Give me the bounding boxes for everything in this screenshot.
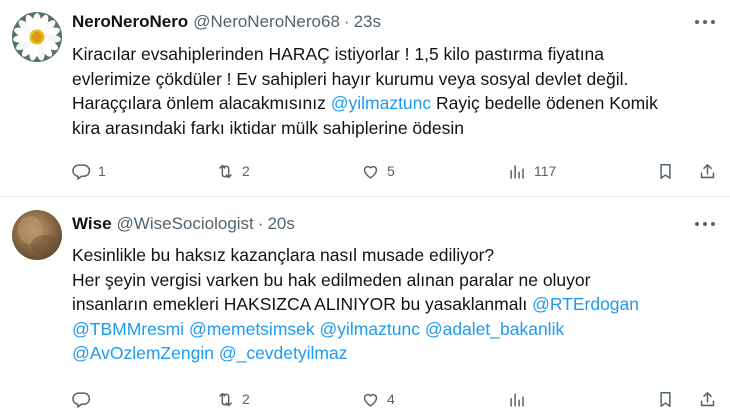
tweet-text-line: kira arasındaki farkı iktidar mülk sahip… (72, 116, 716, 141)
heart-icon (363, 393, 378, 407)
user-handle[interactable]: @NeroNeroNero68 (193, 12, 340, 32)
reply-count: 1 (98, 163, 106, 179)
tweet-text-segment: Kesinlikle bu haksız kazançlara nasıl mu… (72, 245, 495, 265)
share-icon (700, 163, 715, 178)
heart-icon (363, 165, 378, 179)
tweet-text-segment: Her şeyin vergisi varken bu hak edilmede… (72, 269, 591, 290)
retweet-icon (219, 164, 232, 178)
retweet-icon (219, 392, 232, 406)
views-button[interactable]: 117 (508, 159, 556, 183)
mention-link[interactable]: @yilmaztunc (331, 93, 431, 113)
like-count: 5 (387, 163, 395, 179)
separator-dot: · (343, 12, 350, 31)
reply-button[interactable]: 1 (72, 159, 106, 183)
tweet-text-line: Kiracılar evsahiplerinden HARAÇ istiyorl… (72, 42, 716, 67)
tweet-text-line: Haraççılara önlem alacakmısınız @yilmazt… (72, 91, 716, 116)
tweet-text-line: Her şeyin vergisi varken bu hak edilmede… (72, 268, 716, 293)
reply-icon (72, 391, 91, 408)
mention-link[interactable]: @adalet_bakanlik (425, 319, 564, 339)
reply-icon (72, 163, 91, 180)
display-name[interactable]: Wise (72, 214, 112, 234)
like-button[interactable]: 5 (361, 159, 395, 183)
tweet-text-segment: Kiracılar evsahiplerinden HARAÇ istiyorl… (72, 44, 605, 64)
retweet-button[interactable]: 2 (216, 159, 250, 183)
avatar[interactable] (12, 210, 62, 260)
tweet-header: Wise @WiseSociologist · 20s (72, 212, 295, 236)
mention-link[interactable]: @yilmaztunc (320, 319, 420, 339)
views-chart-icon (510, 392, 524, 407)
mention-link[interactable]: @AvOzlemZengin (72, 343, 214, 363)
reply-button[interactable] (72, 387, 98, 411)
tweet-text-segment: kira arasındaki farkı iktidar mülk sahip… (72, 117, 464, 138)
bookmark-button[interactable] (656, 159, 675, 183)
retweet-count: 2 (242, 163, 250, 179)
mention-link[interactable]: @RTErdogan (532, 294, 639, 314)
tweet-text-line: Kesinlikle bu haksız kazançlara nasıl mu… (72, 243, 716, 268)
tweet-2[interactable]: Wise @WiseSociologist · 20s Kesinlikle b… (0, 197, 730, 420)
bookmark-icon (660, 163, 671, 179)
tweet-1[interactable]: NeroNeroNero @NeroNeroNero68 · 23s Kirac… (0, 0, 730, 197)
mention-link[interactable]: @memetsimsek (189, 319, 315, 339)
tweet-text-segment: evlerimize çökdüler ! Ev sahipleri hayır… (72, 68, 629, 89)
user-handle[interactable]: @WiseSociologist (117, 214, 254, 234)
tweet-text-segment: Haraççılara önlem alacakmısınız (72, 93, 331, 113)
like-button[interactable]: 4 (361, 387, 395, 411)
tweet-text-line: @AvOzlemZengin @_cevdetyilmaz (72, 341, 716, 366)
tweet-text: Kesinlikle bu haksız kazançlara nasıl mu… (72, 243, 716, 366)
tweet-text-segment: insanların emekleri HAKSIZCA ALINIYOR bu… (72, 294, 533, 314)
bookmark-icon (660, 391, 671, 407)
avatar[interactable] (12, 12, 62, 62)
separator-dot: · (257, 214, 264, 233)
share-button[interactable] (698, 387, 717, 411)
mention-link[interactable]: @TBMMresmi (72, 319, 184, 339)
view-count: 117 (534, 163, 557, 179)
tweet-text-segment: Rayiç bedelle ödenen Komik (431, 93, 658, 113)
mention-link[interactable]: @_cevdetyilmaz (219, 343, 348, 363)
blurred-avatar-image (12, 210, 62, 260)
tweet-header: NeroNeroNero @NeroNeroNero68 · 23s (72, 10, 381, 34)
retweet-count: 2 (242, 391, 250, 407)
tweet-text: Kiracılar evsahiplerinden HARAÇ istiyorl… (72, 42, 716, 140)
display-name[interactable]: NeroNeroNero (72, 12, 188, 32)
retweet-button[interactable]: 2 (216, 387, 250, 411)
action-bar: 1 2 5 117 (72, 159, 718, 183)
share-icon (700, 391, 715, 406)
more-icon[interactable] (692, 14, 718, 30)
tweet-text-line: evlerimize çökdüler ! Ev sahipleri hayır… (72, 67, 716, 92)
share-button[interactable] (698, 159, 717, 183)
views-button[interactable] (508, 387, 534, 411)
timestamp[interactable]: 23s (354, 12, 381, 32)
more-icon[interactable] (692, 216, 718, 232)
tweet-text-line: @TBMMresmi @memetsimsek @yilmaztunc @ada… (72, 317, 716, 342)
views-chart-icon (510, 164, 524, 179)
action-bar: 2 4 (72, 387, 718, 411)
like-count: 4 (387, 391, 395, 407)
bookmark-button[interactable] (656, 387, 675, 411)
daisy-avatar-image (12, 12, 62, 62)
timestamp[interactable]: 20s (267, 214, 294, 234)
tweet-text-line: insanların emekleri HAKSIZCA ALINIYOR bu… (72, 292, 716, 317)
